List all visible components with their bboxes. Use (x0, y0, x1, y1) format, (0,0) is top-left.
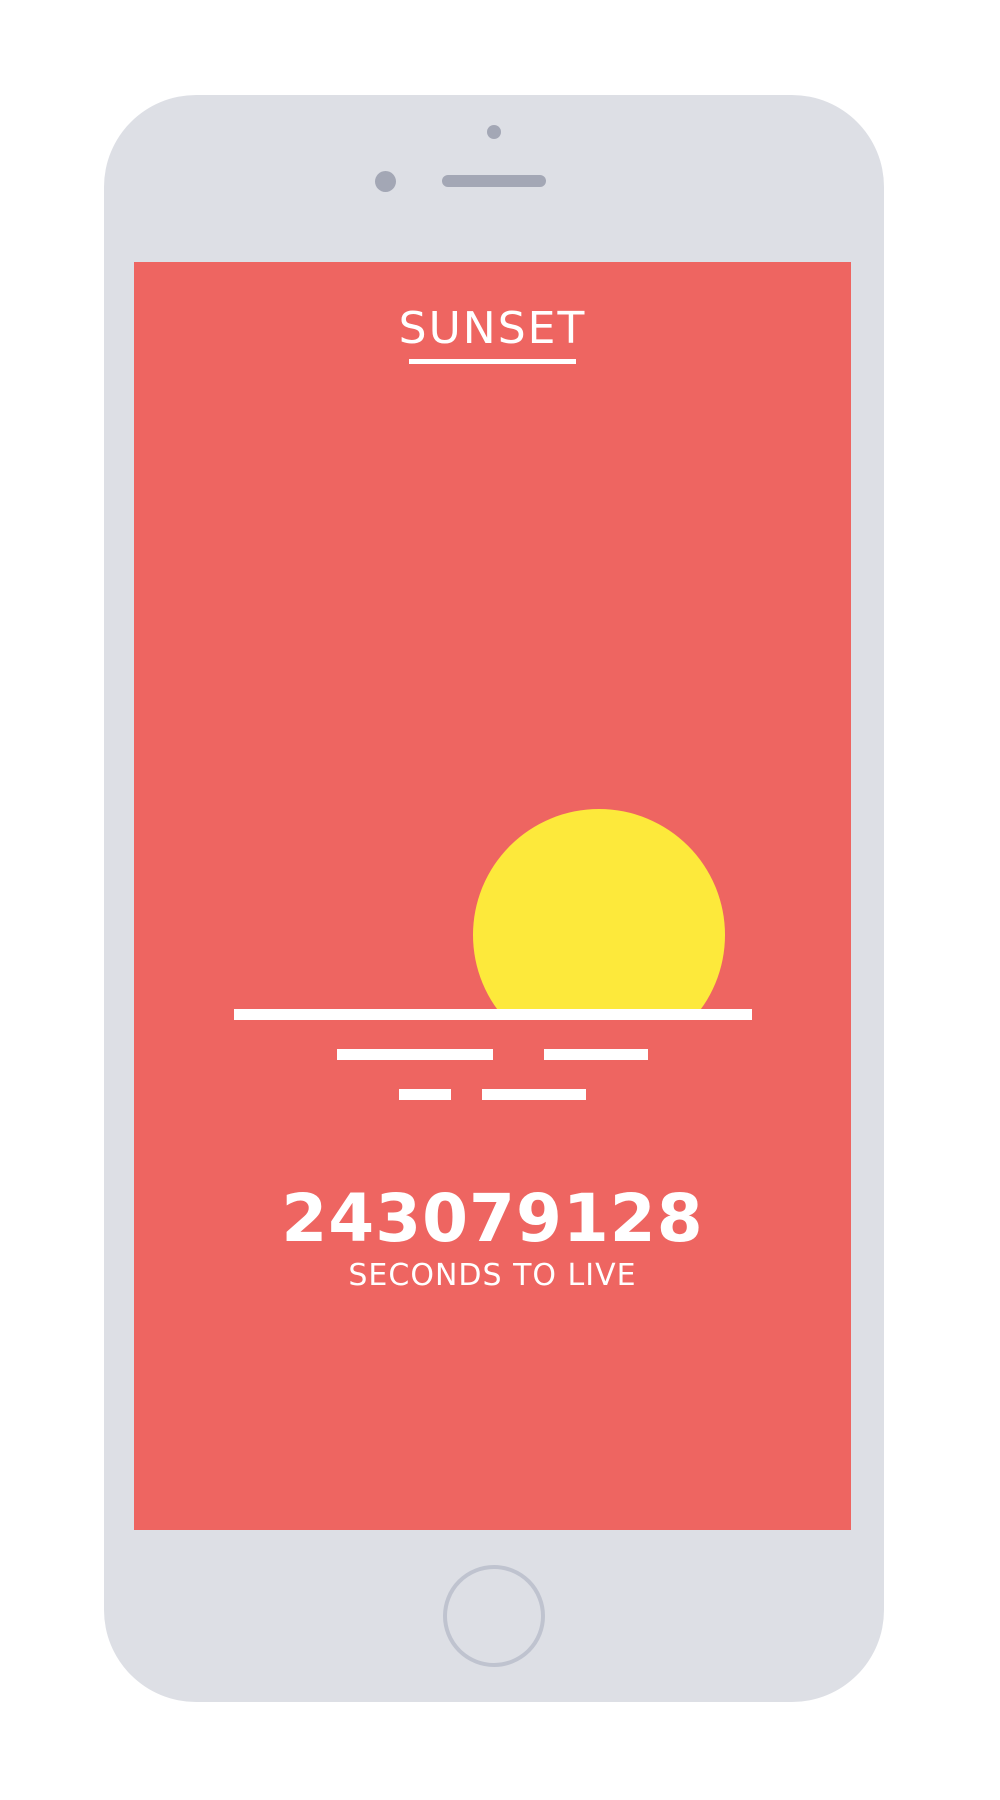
reflection-line (337, 1049, 493, 1060)
horizon-line (234, 1009, 752, 1020)
reflection-line (399, 1089, 451, 1100)
seconds-counter: 243079128 (281, 1180, 704, 1257)
reflection-line (544, 1049, 648, 1060)
front-camera (375, 171, 396, 192)
seconds-caption: SECONDS TO LIVE (348, 1258, 637, 1293)
app-screen: SUNSET 243079128 SECONDS TO LIVE (134, 262, 851, 1530)
app-title: SUNSET (398, 303, 587, 354)
title-underline (409, 359, 576, 364)
reflection-line (482, 1089, 586, 1100)
home-button[interactable] (443, 1565, 545, 1667)
earpiece-speaker (442, 175, 546, 187)
front-sensor (487, 125, 501, 139)
